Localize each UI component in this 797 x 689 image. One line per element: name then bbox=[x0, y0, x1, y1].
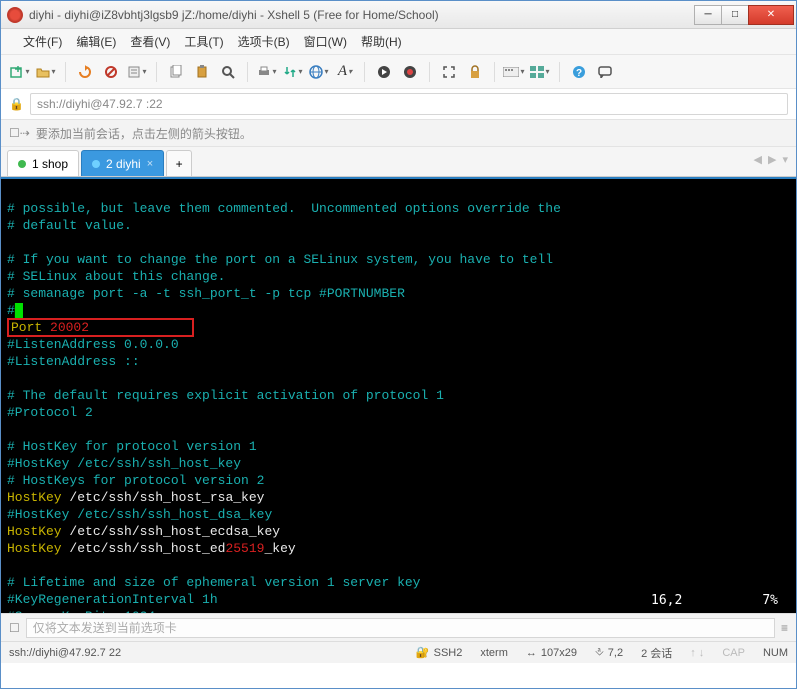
tab-next-icon[interactable]: ▶ bbox=[768, 153, 776, 166]
menu-help[interactable]: 帮助(H) bbox=[355, 30, 408, 53]
send-input[interactable]: 仅将文本发送到当前选项卡 bbox=[26, 618, 775, 638]
app-icon bbox=[7, 7, 23, 23]
status-dot-icon bbox=[92, 160, 100, 168]
tab-label: 1 shop bbox=[32, 157, 68, 171]
font-button[interactable]: A bbox=[334, 61, 356, 83]
toolbar: A ? bbox=[1, 55, 796, 89]
menu-file[interactable]: 文件(F) bbox=[17, 30, 68, 53]
status-cap: CAP bbox=[722, 647, 745, 659]
layout-button[interactable] bbox=[529, 61, 551, 83]
tab-add[interactable]: + bbox=[166, 150, 192, 176]
record-button[interactable] bbox=[399, 61, 421, 83]
properties-button[interactable] bbox=[126, 61, 148, 83]
paste-button[interactable] bbox=[191, 61, 213, 83]
tab-menu-icon[interactable]: ▾ bbox=[782, 153, 788, 166]
hint-text: 要添加当前会话，点击左侧的箭头按钮。 bbox=[36, 125, 252, 142]
svg-text:?: ? bbox=[576, 68, 582, 79]
menu-view[interactable]: 查看(V) bbox=[124, 30, 176, 53]
status-sessions: 2 会话 bbox=[641, 645, 672, 661]
keyboard-button[interactable] bbox=[503, 61, 525, 83]
status-cursor: ⎀ 7,2 bbox=[595, 646, 623, 659]
menu-tools[interactable]: 工具(T) bbox=[178, 30, 229, 53]
status-updown: ↑ ↓ bbox=[690, 647, 704, 659]
transfer-button[interactable] bbox=[282, 61, 304, 83]
copy-button[interactable] bbox=[165, 61, 187, 83]
vim-status: 16,27% bbox=[651, 592, 778, 609]
terminal[interactable]: # possible, but leave them commented. Un… bbox=[1, 177, 796, 613]
minimize-button[interactable]: ─ bbox=[694, 5, 722, 25]
status-dot-icon bbox=[18, 160, 26, 168]
chat-button[interactable] bbox=[594, 61, 616, 83]
lock-icon: 🔒 bbox=[9, 97, 24, 111]
menu-tab[interactable]: 选项卡(B) bbox=[232, 30, 296, 53]
bookmark-add-icon[interactable]: ☐⇢ bbox=[9, 126, 30, 140]
status-termtype: xterm bbox=[480, 647, 508, 659]
close-button[interactable]: ✕ bbox=[748, 5, 794, 25]
menubar: 文件(F) 编辑(E) 查看(V) 工具(T) 选项卡(B) 窗口(W) 帮助(… bbox=[1, 29, 796, 55]
hint-bar: ☐⇢ 要添加当前会话，点击左侧的箭头按钮。 bbox=[1, 119, 796, 147]
open-button[interactable] bbox=[35, 61, 57, 83]
window-title: diyhi - diyhi@iZ8vbhtj3lgsb9 jZ:/home/di… bbox=[29, 8, 695, 22]
help-button[interactable]: ? bbox=[568, 61, 590, 83]
web-button[interactable] bbox=[308, 61, 330, 83]
status-proto: 🔐 SSH2 bbox=[416, 646, 462, 659]
print-button[interactable] bbox=[256, 61, 278, 83]
send-menu-icon[interactable]: ≡ bbox=[781, 621, 788, 635]
tab-close-icon[interactable]: × bbox=[147, 158, 153, 170]
lock-button[interactable] bbox=[464, 61, 486, 83]
send-toggle-icon[interactable]: ☐ bbox=[9, 621, 20, 635]
maximize-button[interactable]: □ bbox=[721, 5, 749, 25]
window-titlebar: diyhi - diyhi@iZ8vbhtj3lgsb9 jZ:/home/di… bbox=[1, 1, 796, 29]
menu-edit[interactable]: 编辑(E) bbox=[70, 30, 122, 53]
address-input[interactable]: ssh://diyhi@47.92.7 :22 bbox=[30, 93, 788, 115]
menu-window[interactable]: 窗口(W) bbox=[298, 30, 353, 53]
status-bar: ssh://diyhi@47.92.7 22 🔐 SSH2 xterm ↔ 10… bbox=[1, 641, 796, 663]
tab-label: 2 diyhi bbox=[106, 157, 141, 171]
fullscreen-button[interactable] bbox=[438, 61, 460, 83]
session-tabs: 1 shop 2 diyhi × + ◀ ▶ ▾ bbox=[1, 147, 796, 177]
disconnect-button[interactable] bbox=[100, 61, 122, 83]
find-button[interactable] bbox=[217, 61, 239, 83]
tab-diyhi[interactable]: 2 diyhi × bbox=[81, 150, 164, 176]
status-connection: ssh://diyhi@47.92.7 22 bbox=[9, 647, 121, 659]
status-size: ↔ 107x29 bbox=[526, 647, 577, 659]
reconnect-button[interactable] bbox=[74, 61, 96, 83]
tab-prev-icon[interactable]: ◀ bbox=[754, 153, 762, 166]
address-bar: 🔒 ssh://diyhi@47.92.7 :22 bbox=[1, 89, 796, 119]
send-bar: ☐ 仅将文本发送到当前选项卡 ≡ bbox=[1, 613, 796, 641]
status-num: NUM bbox=[763, 647, 788, 659]
new-session-button[interactable] bbox=[9, 61, 31, 83]
tab-shop[interactable]: 1 shop bbox=[7, 150, 79, 176]
script-button[interactable] bbox=[373, 61, 395, 83]
